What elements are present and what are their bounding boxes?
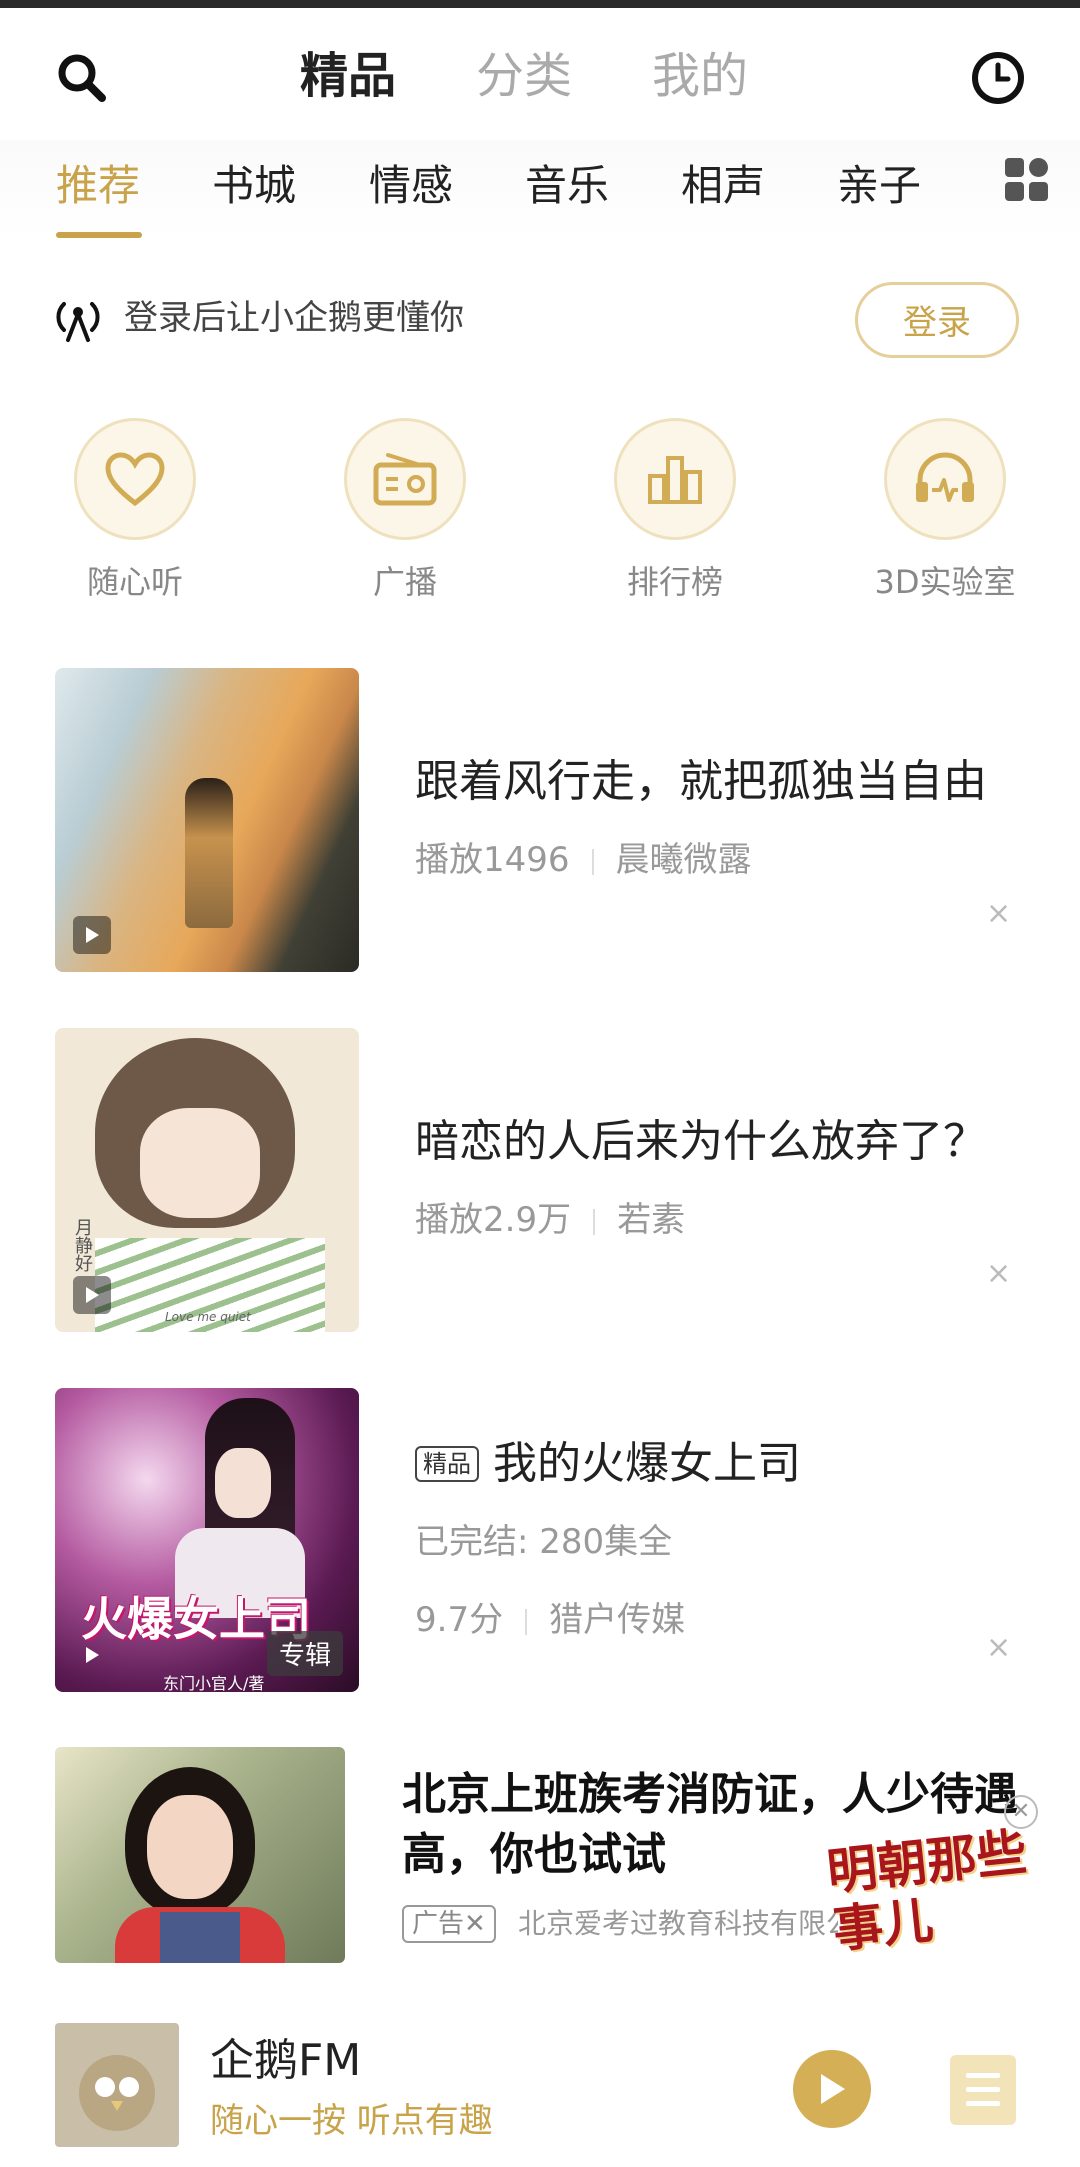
quick-action-random-listen[interactable]: 随心听 [35, 418, 235, 604]
category-tab-family[interactable]: 亲子 [837, 158, 921, 214]
search-icon[interactable] [52, 48, 112, 108]
item-meta: 播放2.9万 若素 [415, 1198, 685, 1242]
play-count: 播放2.9万 [415, 1200, 572, 1240]
category-tab-recommend[interactable]: 推荐 [56, 158, 140, 214]
author-name: 猎户传媒 [549, 1600, 686, 1640]
login-prompt-row: 登录后让小企鹅更懂你 登录 [0, 268, 1080, 368]
item-meta: 9.7分 猎户传媒 [415, 1598, 685, 1642]
history-clock-icon[interactable] [968, 48, 1028, 108]
episode-status: 已完结: 280集全 [415, 1522, 673, 1562]
quick-action-radio[interactable]: 广播 [305, 418, 505, 604]
top-navigation: 精品 分类 我的 [0, 8, 1080, 136]
grid-menu-icon[interactable] [1005, 158, 1049, 202]
category-tab-bookstore[interactable]: 书城 [212, 158, 296, 214]
item-title: 暗恋的人后来为什么放弃了？ [415, 1116, 987, 1167]
penguin-logo-icon [79, 2055, 155, 2131]
play-icon [821, 2074, 845, 2104]
rating-score: 9.7分 [415, 1600, 504, 1640]
play-button[interactable] [793, 2050, 871, 2128]
category-tab-music[interactable]: 音乐 [525, 158, 609, 214]
cover-image [55, 668, 359, 972]
mini-player[interactable]: 企鹅FM 随心一按 听点有趣 [0, 2005, 1080, 2167]
play-icon [73, 1636, 111, 1674]
ad-label[interactable]: 广告✕ [402, 1905, 496, 1943]
login-prompt-text: 登录后让小企鹅更懂你 [124, 298, 464, 338]
category-tab-crosstalk[interactable]: 相声 [681, 158, 765, 214]
item-title: 跟着风行走，就把孤独当自由 [415, 756, 987, 807]
play-count: 播放1496 [415, 840, 570, 880]
album-badge: 专辑 [266, 1631, 343, 1676]
item-meta: 播放1496 晨曦微露 [415, 838, 752, 882]
floating-promo-logo[interactable]: 明朝那些事儿 [824, 1822, 1030, 1963]
login-button[interactable]: 登录 [855, 282, 1019, 358]
status-bar [0, 0, 1080, 8]
cover-image: 火爆女上司 东门小官人/著 专辑 [55, 1388, 359, 1692]
broadcast-icon [52, 292, 104, 348]
advertisement-card[interactable]: 北京上班族考消防证，人少待遇高，你也试试 广告✕ 北京爱考过教育科技有限公司 ✕… [0, 1745, 1080, 1975]
category-tab-emotion[interactable]: 情感 [369, 158, 453, 214]
tab-boutique[interactable]: 精品 [300, 44, 396, 108]
active-tab-indicator [56, 232, 142, 238]
premium-tag: 精品 [415, 1446, 479, 1482]
quick-action-label: 随心听 [86, 563, 183, 601]
ad-source: 北京爱考过教育科技有限公司 [518, 1907, 838, 1940]
list-item[interactable]: 月静好 Love me quiet 暗恋的人后来为什么放弃了？ 播放2.9万 若素… [0, 1028, 1080, 1338]
dismiss-icon[interactable]: × [986, 899, 1011, 929]
item-title-text: 我的火爆女上司 [493, 1438, 801, 1489]
play-icon [73, 1276, 111, 1314]
list-item[interactable]: 跟着风行走，就把孤独当自由 播放1496 晨曦微露 × [0, 668, 1080, 978]
quick-action-3d-lab[interactable]: 3D实验室 [845, 418, 1045, 604]
cover-image: 月静好 Love me quiet [55, 1028, 359, 1332]
player-cover [55, 2023, 179, 2147]
cover-caption: Love me quiet [165, 1310, 251, 1324]
category-tab-bar: 推荐 书城 情感 音乐 相声 亲子 [0, 140, 1080, 240]
dismiss-icon[interactable]: × [986, 1633, 1011, 1663]
item-title: 精品 我的火爆女上司 [415, 1434, 801, 1494]
player-subtitle: 随心一按 听点有趣 [210, 2101, 493, 2141]
player-title: 企鹅FM [210, 2035, 362, 2086]
quick-action-label: 排行榜 [626, 563, 723, 601]
dismiss-icon[interactable]: × [986, 1259, 1011, 1289]
tab-mine[interactable]: 我的 [652, 44, 748, 108]
cover-author: 东门小官人/著 [163, 1674, 265, 1692]
author-name: 若素 [617, 1200, 686, 1240]
ad-image [55, 1747, 345, 1963]
list-item[interactable]: 火爆女上司 东门小官人/著 专辑 精品 我的火爆女上司 已完结: 280集全 9.… [0, 1388, 1080, 1698]
cover-text: 月静好 [72, 1218, 93, 1272]
quick-action-ranking[interactable]: 排行榜 [575, 418, 775, 604]
headphones-icon [884, 418, 1006, 540]
quick-action-label: 广播 [372, 563, 437, 601]
radio-icon [344, 418, 466, 540]
heart-icon [74, 418, 196, 540]
tab-category[interactable]: 分类 [476, 44, 572, 108]
chart-icon [614, 418, 736, 540]
play-icon [73, 916, 111, 954]
playlist-icon[interactable] [950, 2055, 1016, 2125]
quick-action-label: 3D实验室 [874, 563, 1016, 601]
author-name: 晨曦微露 [615, 840, 752, 880]
